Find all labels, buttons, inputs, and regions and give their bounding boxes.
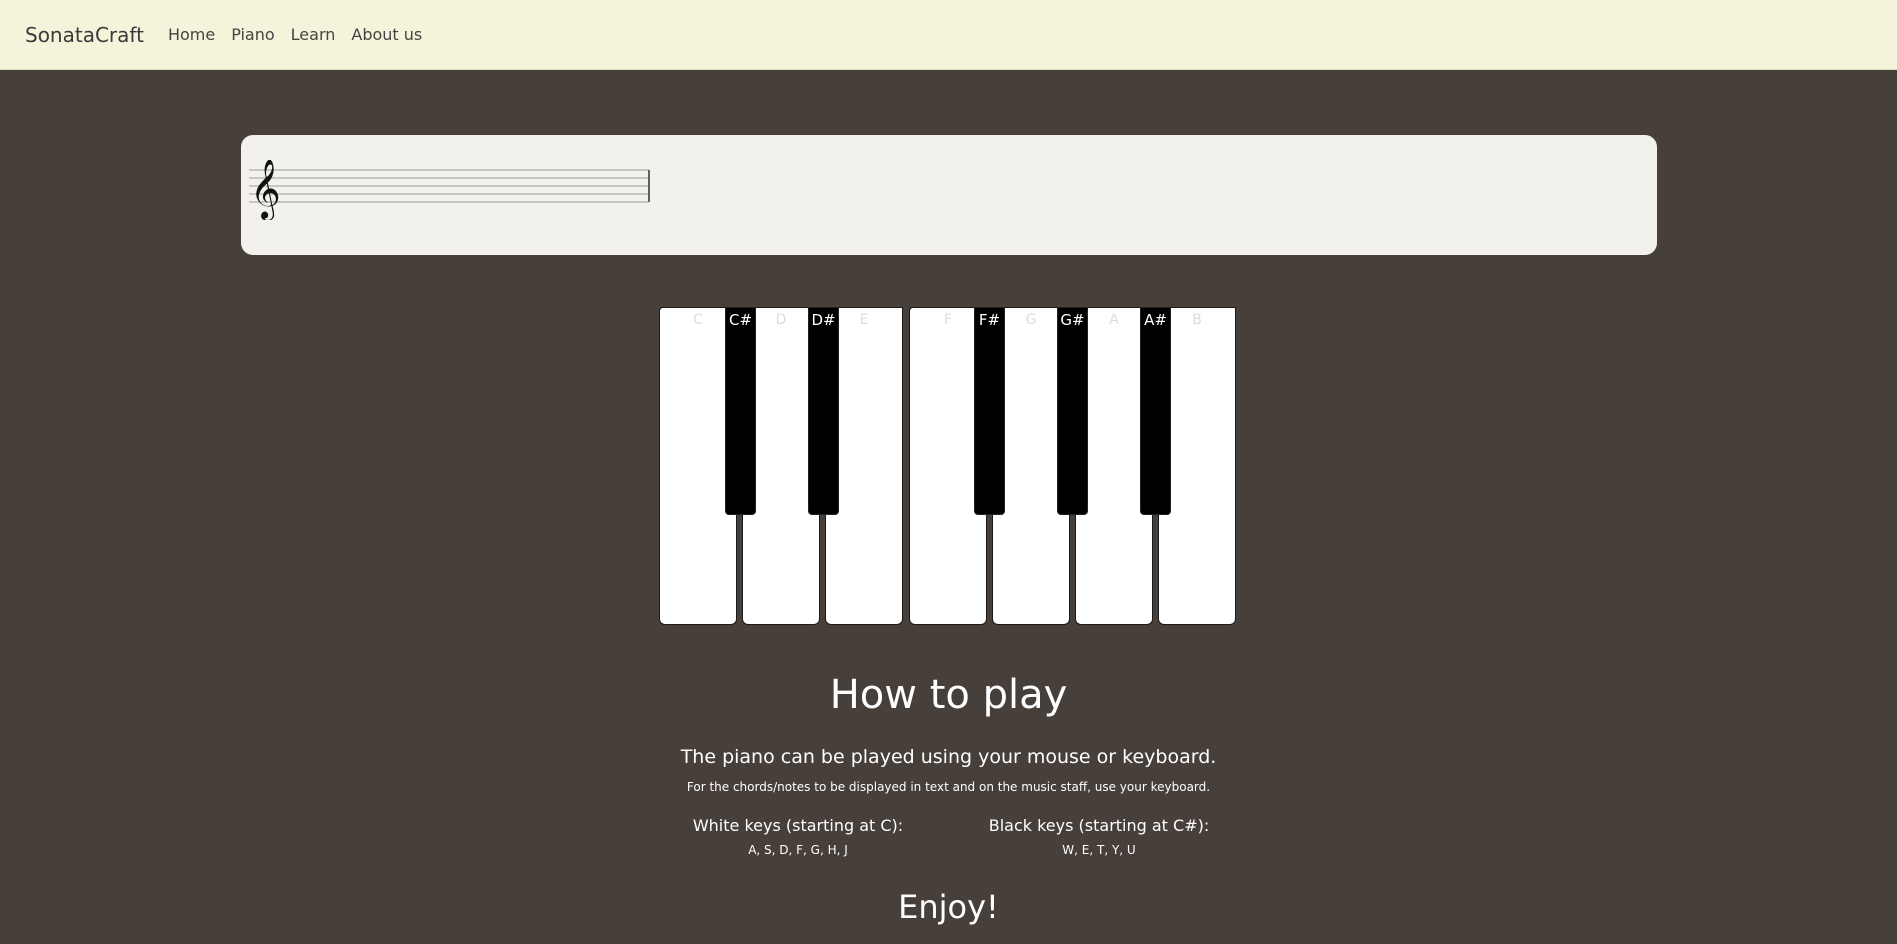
- navbar: SonataCraft Home Piano Learn About us: [0, 0, 1897, 70]
- key-label: F#: [978, 311, 1001, 329]
- white-keys-info: White keys (starting at C): A, S, D, F, …: [668, 816, 928, 857]
- black-key-g-sharp[interactable]: G#: [1057, 307, 1088, 515]
- treble-clef-icon: 𝄞: [250, 160, 281, 220]
- how-to-play-heading: How to play: [829, 672, 1068, 718]
- svg-text:𝄞: 𝄞: [250, 160, 281, 220]
- music-staff: 𝄞: [249, 160, 650, 220]
- brand-logo[interactable]: SonataCraft: [25, 23, 144, 47]
- key-label: D#: [811, 311, 836, 329]
- white-keys-list: A, S, D, F, G, H, J: [748, 843, 848, 857]
- white-keys-title: White keys (starting at C):: [692, 816, 904, 835]
- black-keys-title: Black keys (starting at C#):: [988, 816, 1210, 835]
- nav-about-us[interactable]: About us: [351, 25, 422, 44]
- black-key-f-sharp[interactable]: F#: [974, 307, 1005, 515]
- how-to-play-subtitle: The piano can be played using your mouse…: [680, 746, 1217, 768]
- key-label: C#: [728, 311, 753, 329]
- black-key-d-sharp[interactable]: D#: [808, 307, 839, 515]
- music-staff-panel: 𝄞: [241, 135, 1657, 255]
- how-to-play-note: For the chords/notes to be displayed in …: [686, 780, 1211, 794]
- key-label: A#: [1144, 311, 1167, 329]
- black-key-a-sharp[interactable]: A#: [1140, 307, 1171, 515]
- nav-learn[interactable]: Learn: [291, 25, 336, 44]
- key-label: G#: [1060, 311, 1085, 329]
- nav-home[interactable]: Home: [168, 25, 215, 44]
- black-keys-list: W, E, T, Y, U: [1062, 843, 1136, 857]
- piano-keyboard: C D E F G A B C# D# F# G# A#: [659, 307, 1238, 627]
- enjoy-heading: Enjoy!: [898, 888, 999, 926]
- black-key-c-sharp[interactable]: C#: [725, 307, 756, 515]
- black-keys-info: Black keys (starting at C#): W, E, T, Y,…: [969, 816, 1229, 857]
- nav-piano[interactable]: Piano: [231, 25, 274, 44]
